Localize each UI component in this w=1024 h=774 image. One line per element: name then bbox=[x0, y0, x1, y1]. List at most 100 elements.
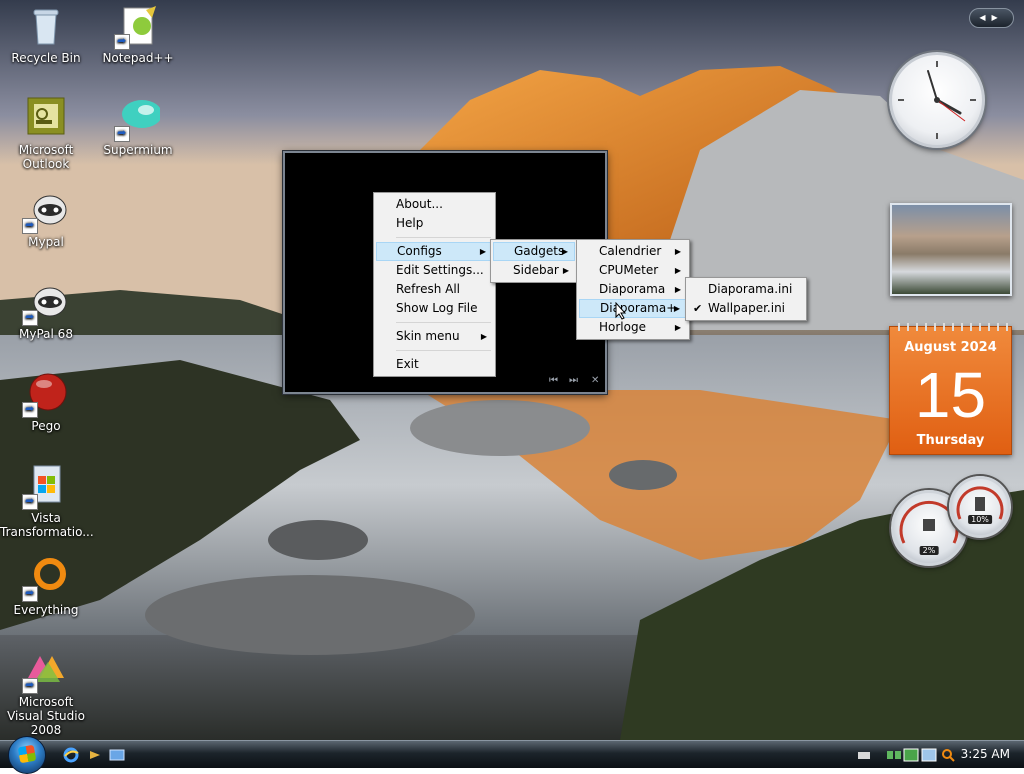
desktop-icon-everything[interactable]: Everything bbox=[0, 556, 92, 617]
tray-network-icon[interactable] bbox=[886, 747, 902, 763]
close-icon[interactable]: ✕ bbox=[591, 375, 599, 386]
clock-face-icon bbox=[898, 61, 976, 139]
tray-search-icon[interactable] bbox=[940, 747, 956, 763]
desktop: Recycle Bin Notepad++ Microsoft Outlook … bbox=[0, 0, 1024, 740]
menu-item-diaporama-plus[interactable]: Diaporama+ ▶ bbox=[579, 299, 687, 318]
menu-item-exit[interactable]: Exit bbox=[376, 355, 493, 374]
memory-gauge-icon bbox=[956, 486, 1004, 520]
clock-gadget[interactable] bbox=[889, 52, 985, 148]
submenu-arrow-icon: ▶ bbox=[674, 266, 681, 275]
checkmark-icon: ✔ bbox=[693, 302, 703, 315]
calendar-weekday: Thursday bbox=[916, 433, 985, 448]
menu-item-label: Gadgets bbox=[514, 244, 565, 258]
taskbar: 3:25 AM bbox=[0, 736, 1024, 774]
configs-submenu: Gadgets ▶ Sidebar ▶ bbox=[490, 239, 578, 283]
tray-window-icon[interactable] bbox=[921, 747, 937, 763]
desktop-icon-label: Vista Transformatio... bbox=[0, 511, 94, 539]
desktop-icon-label: Recycle Bin bbox=[11, 51, 81, 65]
submenu-arrow-icon: ▶ bbox=[562, 266, 569, 275]
desktop-icon-label: Mypal bbox=[28, 235, 64, 249]
menu-item-edit-settings[interactable]: Edit Settings... bbox=[376, 261, 493, 280]
menu-item-calendrier[interactable]: Calendrier ▶ bbox=[579, 242, 687, 261]
diaporama-plus-submenu: Diaporama.ini ✔ Wallpaper.ini bbox=[685, 277, 807, 321]
outlook-icon bbox=[24, 96, 68, 140]
tray-clock[interactable]: 3:25 AM bbox=[961, 747, 1010, 761]
previous-icon[interactable]: ⏮ bbox=[549, 375, 558, 386]
menu-item-label: Diaporama+ bbox=[600, 301, 677, 315]
everything-icon bbox=[22, 556, 68, 602]
menu-separator bbox=[396, 237, 491, 238]
menu-item-label: CPUMeter bbox=[599, 263, 659, 277]
menu-separator bbox=[396, 350, 491, 351]
show-desktop-icon[interactable] bbox=[109, 747, 125, 763]
menu-item-diaporama-ini[interactable]: Diaporama.ini bbox=[688, 280, 804, 299]
internet-explorer-icon[interactable] bbox=[63, 747, 79, 763]
menu-item-label: Diaporama bbox=[599, 282, 666, 296]
gadgets-submenu: Calendrier ▶ CPUMeter ▶ Diaporama ▶ Diapora… bbox=[576, 239, 690, 340]
menu-item-label: Calendrier bbox=[599, 244, 662, 258]
menu-item-horloge[interactable]: Horloge ▶ bbox=[579, 318, 687, 337]
tray-app-icon[interactable] bbox=[903, 747, 919, 763]
desktop-icon-outlook[interactable]: Microsoft Outlook bbox=[0, 96, 92, 171]
menu-item-sidebar[interactable]: Sidebar ▶ bbox=[493, 261, 575, 280]
calendar-month: August 2024 bbox=[904, 340, 997, 355]
menu-item-cpumeter[interactable]: CPUMeter ▶ bbox=[579, 261, 687, 280]
menu-item-label: Sidebar bbox=[513, 263, 559, 277]
cpu-usage: 2% bbox=[919, 546, 939, 555]
visual-studio-icon bbox=[22, 648, 68, 694]
start-button[interactable] bbox=[8, 736, 46, 774]
menu-item-gadgets[interactable]: Gadgets ▶ bbox=[493, 242, 575, 261]
menu-separator bbox=[396, 322, 491, 323]
mouse-pointer-icon bbox=[615, 302, 627, 320]
menu-item-diaporama[interactable]: Diaporama ▶ bbox=[579, 280, 687, 299]
memory-meter-gadget[interactable]: 10% bbox=[949, 476, 1011, 538]
desktop-icon-label: Everything bbox=[13, 603, 79, 617]
calendar-day: 15 bbox=[914, 359, 987, 431]
next-icon[interactable]: ⏭ bbox=[569, 375, 578, 386]
slideshow-gadget[interactable] bbox=[890, 203, 1012, 296]
mypal68-icon bbox=[22, 280, 68, 326]
desktop-icon-label: Microsoft Visual Studio 2008 bbox=[7, 695, 85, 737]
submenu-arrow-icon: ▶ bbox=[674, 323, 681, 332]
supermium-icon bbox=[114, 96, 162, 142]
mypal-icon bbox=[22, 188, 68, 234]
desktop-icon-label: Supermium bbox=[103, 143, 173, 157]
desktop-icon-notepadpp[interactable]: Notepad++ bbox=[92, 4, 184, 65]
vista-transformation-icon bbox=[22, 464, 68, 510]
calendar-gadget[interactable]: August 2024 15 Thursday bbox=[889, 323, 1012, 455]
menu-item-label: Horloge bbox=[599, 320, 646, 334]
desktop-icon-label: MyPal 68 bbox=[19, 327, 73, 341]
menu-item-skin-menu[interactable]: Skin menu ▶ bbox=[376, 327, 493, 346]
context-menu: About... Help Configs ▶ Edit Settings... … bbox=[373, 192, 496, 377]
menu-item-configs[interactable]: Configs ▶ bbox=[376, 242, 493, 261]
desktop-icon-vista-transformation[interactable]: Vista Transformatio... bbox=[0, 464, 94, 539]
submenu-arrow-icon: ▶ bbox=[674, 247, 681, 256]
submenu-arrow-icon: ▶ bbox=[674, 285, 681, 294]
desktop-icon-pego[interactable]: Pego bbox=[0, 372, 92, 433]
sidebar-navigation[interactable]: ◀▶ bbox=[969, 8, 1014, 28]
desktop-icon-mypal68[interactable]: MyPal 68 bbox=[0, 280, 92, 341]
recycle-bin-icon bbox=[24, 4, 68, 48]
menu-item-show-log-file[interactable]: Show Log File bbox=[376, 299, 493, 318]
submenu-arrow-icon: ▶ bbox=[673, 304, 680, 313]
menu-item-label: Configs bbox=[397, 244, 442, 258]
memory-usage: 10% bbox=[968, 515, 992, 524]
submenu-arrow-icon: ▶ bbox=[561, 247, 568, 256]
menu-item-help[interactable]: Help bbox=[376, 214, 493, 233]
tray-keyboard-icon[interactable] bbox=[856, 747, 872, 763]
menu-item-wallpaper-ini[interactable]: ✔ Wallpaper.ini bbox=[688, 299, 804, 318]
desktop-icon-recycle-bin[interactable]: Recycle Bin bbox=[0, 4, 92, 65]
desktop-icon-mypal[interactable]: Mypal bbox=[0, 188, 92, 249]
submenu-arrow-icon: ▶ bbox=[479, 247, 486, 256]
media-player-icon[interactable] bbox=[87, 747, 103, 763]
menu-item-about[interactable]: About... bbox=[376, 195, 493, 214]
menu-item-refresh-all[interactable]: Refresh All bbox=[376, 280, 493, 299]
desktop-icon-supermium[interactable]: Supermium bbox=[92, 96, 184, 157]
desktop-icon-label: Microsoft Outlook bbox=[18, 143, 74, 171]
submenu-arrow-icon: ▶ bbox=[480, 332, 487, 341]
desktop-icon-visual-studio[interactable]: Microsoft Visual Studio 2008 bbox=[0, 648, 92, 737]
menu-item-label: Skin menu bbox=[396, 329, 460, 343]
pego-icon bbox=[22, 372, 68, 418]
desktop-icon-label: Pego bbox=[31, 419, 61, 433]
notepadpp-icon bbox=[114, 4, 160, 50]
